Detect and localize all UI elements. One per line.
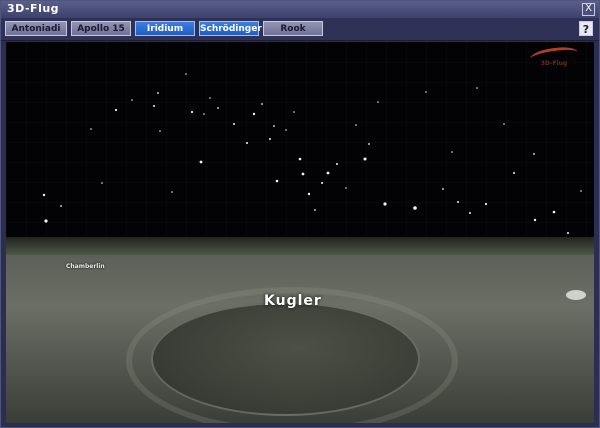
surface-highlight [566,290,586,300]
stars [42,73,582,234]
window-title: 3D-Flug [7,2,60,15]
crater-label-main: Kugler [264,293,322,309]
crater-label-secondary: Chamberlin [66,263,105,270]
titlebar: 3D-Flug X [1,1,599,18]
help-button[interactable]: ? [579,21,593,36]
tab-apollo-15[interactable]: Apollo 15 [71,21,131,36]
logo-text: 3D-Flug [540,60,568,67]
tab-schrodinger[interactable]: Schrödinger [199,21,262,36]
tab-iridium[interactable]: Iridium [135,21,195,36]
crater-kugler [151,302,420,416]
window: 3D-Flug X Antoniadi Apollo 15 Iridium Sc… [0,0,600,428]
starfield: 3D-Flug [6,42,594,237]
close-button[interactable]: X [582,3,595,16]
3d-viewport[interactable]: 3D-Flug Chamberlin Kugler [6,42,594,423]
horizon-band [6,237,594,255]
app-logo: 3D-Flug [524,44,584,72]
tab-antoniadi[interactable]: Antoniadi [5,21,67,36]
toolbar: Antoniadi Apollo 15 Iridium Schrödinger … [1,18,599,41]
tab-rook[interactable]: Rook [263,21,323,36]
